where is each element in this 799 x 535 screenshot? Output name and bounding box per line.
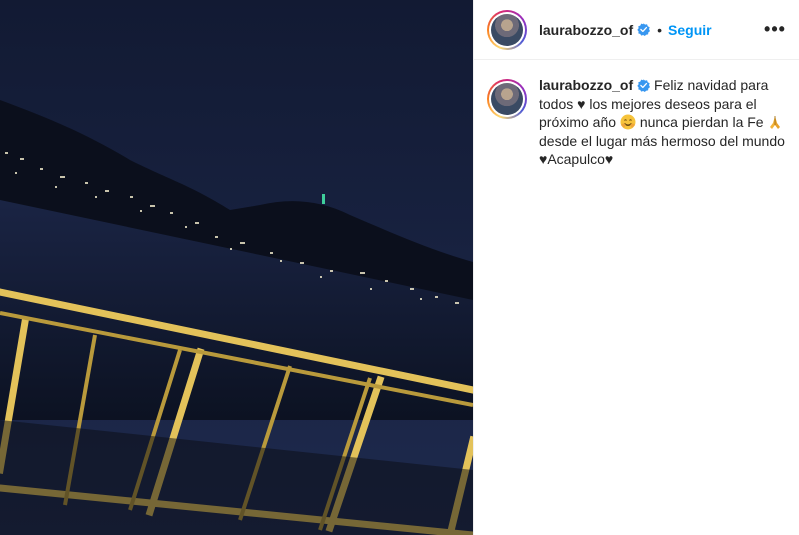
post-photo (0, 0, 473, 535)
post-header: laurabozzo_of • Seguir ••• (474, 0, 799, 60)
verified-badge-icon (637, 23, 651, 36)
caption-username-link[interactable]: laurabozzo_of (539, 77, 633, 93)
verified-badge-icon (637, 79, 651, 92)
folded-hands-emoji-icon (770, 116, 781, 129)
caption-text: laurabozzo_of Feliz navidad para todos ♥… (539, 76, 787, 169)
follow-button[interactable]: Seguir (668, 22, 712, 38)
profile-photo (491, 13, 523, 46)
caption-comment: laurabozzo_of Feliz navidad para todos ♥… (474, 60, 799, 169)
post-media[interactable] (0, 0, 473, 535)
profile-photo (491, 83, 523, 115)
separator-dot: • (657, 21, 663, 38)
post-sidebar: laurabozzo_of • Seguir ••• laurabozzo_of… (473, 0, 799, 535)
smiling-face-emoji-icon (620, 114, 636, 130)
caption-text-part-3: desde el lugar más hermoso del mundo ♥Ac… (539, 132, 785, 168)
avatar[interactable] (487, 9, 527, 50)
caption-text-part-2: nunca pierdan la Fe (635, 114, 768, 130)
more-options-icon[interactable]: ••• (763, 18, 787, 42)
username-link[interactable]: laurabozzo_of (539, 22, 633, 38)
caption-avatar[interactable] (487, 79, 527, 119)
